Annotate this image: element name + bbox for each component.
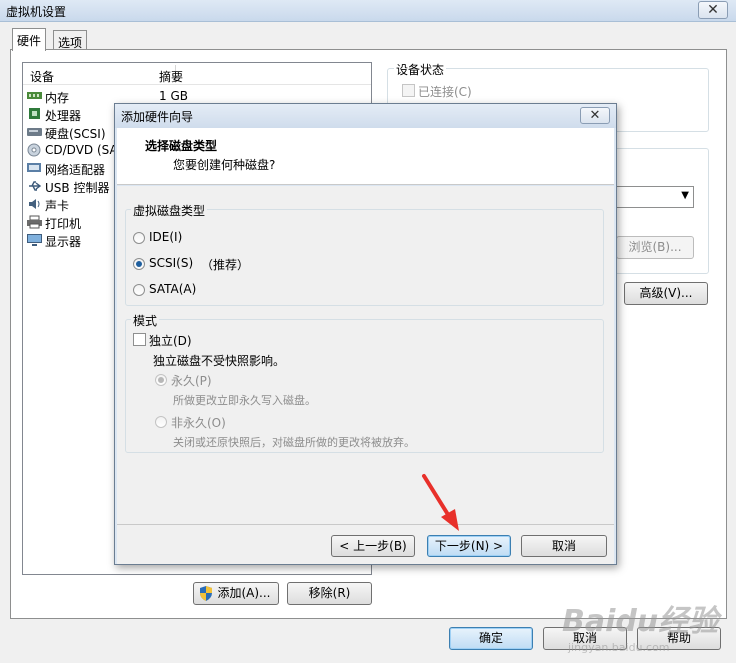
connected-label: 已连接(C) [418, 85, 472, 99]
device-list-header: 设备 摘要 [23, 63, 371, 85]
persistent-description: 所做更改立即永久写入磁盘。 [173, 394, 316, 407]
add-button[interactable]: 添加(A)... [193, 582, 279, 605]
wizard-footer: < 上一步(B) 下一步(N) > 取消 [117, 524, 614, 564]
persistent-radio[interactable] [155, 374, 167, 386]
ok-button[interactable]: 确定 [449, 627, 533, 650]
independent-description: 独立磁盘不受快照影响。 [153, 354, 286, 368]
memory-icon [27, 89, 42, 103]
scsi-label[interactable]: SCSI(S) [149, 256, 193, 270]
column-header-device[interactable]: 设备 [30, 68, 54, 85]
wizard-close-button[interactable]: ✕ [580, 107, 610, 124]
column-header-summary[interactable]: 摘要 [159, 68, 183, 85]
printer-icon [27, 215, 42, 229]
wizard-cancel-button[interactable]: 取消 [521, 535, 607, 557]
device-name: 打印机 [45, 217, 82, 231]
device-name: USB 控制器 [45, 181, 110, 195]
network-adapter-icon [27, 161, 42, 175]
usb-icon [27, 179, 42, 193]
processor-icon [27, 107, 42, 121]
add-hardware-wizard: 添加硬件向导 ✕ 选择磁盘类型 您要创建何种磁盘? 虚拟磁盘类型 IDE(I) … [114, 103, 617, 565]
device-name: 内存 [45, 91, 70, 105]
sound-card-icon [27, 197, 42, 211]
wizard-heading: 选择磁盘类型 [145, 139, 218, 153]
scsi-radio[interactable] [133, 258, 145, 270]
disk-type-group [125, 209, 604, 306]
nonpersistent-radio[interactable] [155, 416, 167, 428]
persistent-label: 永久(P) [171, 374, 212, 388]
device-name: 声卡 [45, 199, 70, 213]
device-status-title: 设备状态 [394, 61, 447, 78]
nonpersistent-description: 关闭或还原快照后，对磁盘所做的更改将被放弃。 [173, 436, 415, 449]
device-name: 处理器 [45, 109, 82, 123]
tab-options[interactable]: 选项 [53, 30, 88, 51]
watermark-subtext: jingyan.baidu.com [568, 641, 670, 654]
window-title: 虚拟机设置 [6, 5, 67, 19]
shield-icon [199, 586, 213, 607]
connected-checkbox[interactable] [402, 84, 415, 97]
device-name: CD/DVD (SA [45, 143, 118, 157]
remove-button[interactable]: 移除(R) [287, 582, 372, 605]
ide-radio[interactable] [133, 232, 145, 244]
independent-checkbox[interactable] [133, 333, 146, 346]
device-name: 网络适配器 [45, 163, 106, 177]
browse-button[interactable]: 浏览(B)... [616, 236, 694, 259]
device-summary: 1 GB [159, 89, 188, 103]
wizard-titlebar: 添加硬件向导 ✕ [115, 104, 616, 128]
window-close-button[interactable]: ✕ [698, 1, 728, 19]
wizard-header: 选择磁盘类型 您要创建何种磁盘? [117, 128, 614, 185]
nonpersistent-label: 非永久(O) [171, 416, 226, 430]
device-select[interactable]: ▼ [616, 186, 694, 208]
device-name: 显示器 [45, 235, 82, 249]
ide-label[interactable]: IDE(I) [149, 230, 182, 244]
add-button-label: 添加(A)... [217, 586, 271, 600]
baidu-watermark: Baidu经验 jingyan.baidu.com [562, 596, 718, 654]
disk-type-group-title: 虚拟磁盘类型 [131, 202, 208, 219]
next-button[interactable]: 下一步(N) > [427, 535, 511, 557]
independent-label[interactable]: 独立(D) [149, 332, 192, 349]
back-button[interactable]: < 上一步(B) [331, 535, 415, 557]
outer-titlebar: 虚拟机设置 ✕ [0, 0, 736, 22]
sata-radio[interactable] [133, 284, 145, 296]
mode-group-title: 模式 [131, 312, 160, 329]
hard-disk-icon [27, 125, 42, 139]
wizard-title: 添加硬件向导 [121, 110, 194, 124]
wizard-subheading: 您要创建何种磁盘? [173, 158, 276, 172]
watermark-text: Baidu经验 [562, 604, 719, 639]
wizard-body: 虚拟磁盘类型 IDE(I) SCSI(S) （推荐） SATA(A) 模式 独立… [117, 186, 614, 524]
device-name: 硬盘(SCSI) [45, 127, 106, 141]
recommended-note: （推荐） [201, 258, 250, 272]
chevron-down-icon: ▼ [681, 190, 689, 201]
cd-dvd-icon [27, 143, 42, 157]
display-icon [27, 233, 42, 247]
advanced-button[interactable]: 高级(V)... [624, 282, 708, 305]
sata-label[interactable]: SATA(A) [149, 282, 196, 296]
tab-hardware[interactable]: 硬件 [12, 28, 47, 51]
